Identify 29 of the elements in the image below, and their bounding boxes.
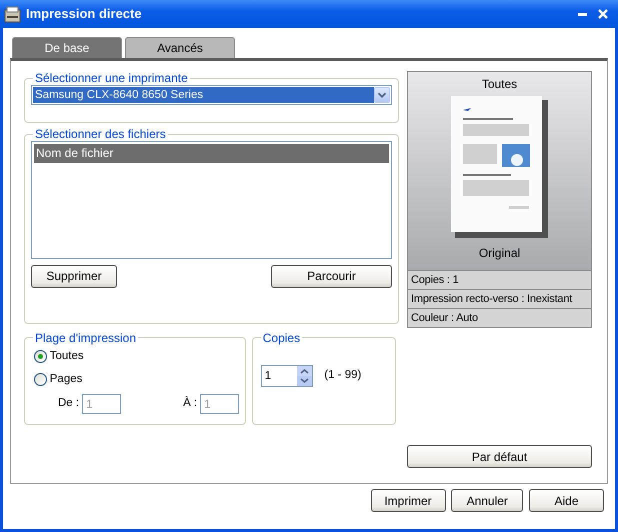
field-label: À : [183, 395, 198, 412]
preview-heading: Toutes [482, 77, 518, 91]
cancel-button[interactable]: Annuler [451, 489, 524, 512]
minimize-icon[interactable] [578, 12, 587, 16]
preview-caption: Original [478, 246, 520, 260]
info-row: Impression recto-verso : Inexistant [408, 289, 591, 308]
tab[interactable]: Avancés [125, 37, 235, 58]
group-label: Sélectionner des fichiers [34, 127, 167, 141]
column-header: Nom de fichier [34, 144, 389, 163]
file-list[interactable]: Nom de fichier [31, 141, 392, 259]
browse-button[interactable]: Parcourir [271, 264, 392, 288]
tab[interactable]: De base [12, 37, 122, 58]
window-title: Impression directe [26, 5, 142, 24]
info-row: Couleur : Auto [408, 308, 591, 327]
group-label: Plage d'impression [34, 330, 138, 345]
printer-icon [4, 6, 22, 24]
group-label: Copies [262, 330, 302, 345]
copies-spinner[interactable]: 1 [260, 364, 313, 387]
help-button[interactable]: Aide [529, 489, 604, 512]
info-row: Copies : 1 [408, 270, 591, 289]
default-button[interactable]: Par défaut [407, 445, 592, 468]
copies-range: (1 - 99) [324, 368, 362, 384]
delete-button[interactable]: Supprimer [31, 264, 117, 288]
printer-dropdown[interactable]: Samsung CLX-8640 8650 Series [31, 85, 392, 105]
print-button[interactable]: Imprimer [370, 489, 446, 512]
close-icon[interactable] [598, 9, 608, 19]
group-label: Sélectionner une imprimante [34, 71, 189, 85]
spin-arrows-icon[interactable] [296, 366, 312, 386]
field-label: De : [58, 396, 80, 412]
